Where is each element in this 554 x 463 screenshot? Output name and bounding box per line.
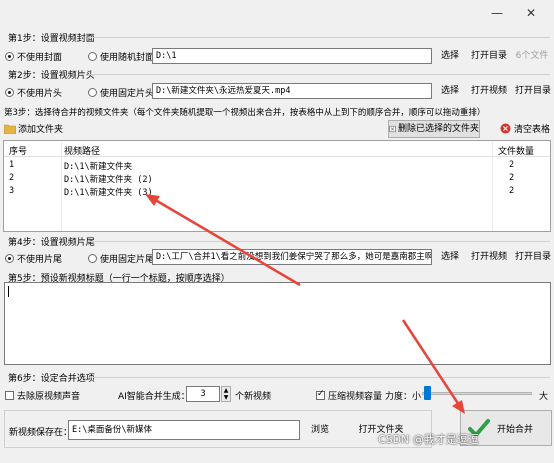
radio-unselected-icon (88, 52, 97, 61)
radio-label: 使用固定片尾 (100, 255, 155, 265)
compress-checkbox[interactable]: 压缩视频容量 (316, 389, 382, 402)
browse-button[interactable]: 浏览 (306, 421, 334, 439)
folder-add-icon (4, 124, 16, 134)
cover-path-input[interactable]: D:\1 (152, 48, 432, 64)
strength-slider-track[interactable] (422, 392, 532, 395)
step4-no-outro-radio[interactable]: 不使用片尾 (5, 252, 62, 265)
step2-no-intro-radio[interactable]: 不使用片头 (5, 86, 62, 99)
save-path-input[interactable]: E:\桌面备份\新媒体 (68, 420, 300, 440)
radio-unselected-icon (88, 88, 97, 97)
save-location-label: 新视频保存在： (9, 428, 73, 438)
add-folder-label: 添加文件夹 (18, 125, 64, 135)
folder-table[interactable]: 序号 视频路径 文件数量 1 D:\1\新建文件夹 2 2 D:\1\新建文件夹… (3, 140, 551, 232)
cover-open-dir-button[interactable]: 打开目录 (468, 47, 510, 65)
column-header: 视频路径 (64, 147, 101, 157)
step6-title: 第6步：设定合并选项 (8, 374, 95, 384)
radio-label: 使用随机封面 (100, 53, 155, 63)
step4-divider (88, 241, 550, 242)
row-path: D:\1\新建文件夹 (3) (64, 188, 153, 198)
watermark: CSDN @我才是逗逗 (378, 433, 479, 446)
row-count: 2 (509, 173, 515, 183)
step2-fixed-intro-radio[interactable]: 使用固定片头 (88, 86, 154, 99)
step1-title: 第1步：设置视频封面 (8, 34, 95, 44)
clear-table-button[interactable]: 清空表格 (500, 122, 550, 135)
step6-divider (88, 377, 550, 378)
radio-label: 不使用片头 (17, 89, 63, 99)
minimize-button[interactable]: — (486, 4, 508, 22)
outro-open-video-button[interactable]: 打开视频 (468, 248, 510, 266)
checkbox-checked-icon (316, 389, 325, 400)
intro-open-dir-button[interactable]: 打开目录 (512, 82, 554, 100)
cover-select-button[interactable]: 选择 (435, 47, 465, 65)
radio-selected-icon (5, 52, 14, 61)
row-index: 2 (9, 173, 15, 183)
ai-count-suffix: 个新视频 (235, 392, 272, 402)
row-index: 1 (9, 160, 15, 170)
step1-no-cover-radio[interactable]: 不使用封面 (5, 50, 62, 63)
clear-icon (500, 123, 511, 134)
row-path: D:\1\新建文件夹 (2) (64, 175, 153, 185)
cover-file-count: 6个文件 (515, 51, 549, 61)
outro-path-input[interactable]: D:\工厂\合并1\看之前没想到我们姜保宁哭了那么多，她可是嘉南郡主啊.mp4 (152, 249, 432, 265)
table-row[interactable]: 3 D:\1\新建文件夹 (3) 2 (4, 185, 550, 198)
title-bar (0, 0, 554, 28)
column-header: 文件数量 (498, 147, 535, 157)
checkbox-icon (5, 391, 14, 400)
text-caret (8, 286, 9, 297)
intro-path-input[interactable]: D:\新建文件夹\永远热爱夏天.mp4 (152, 83, 432, 99)
ai-generate-label: AI智能合并生成： (118, 392, 190, 402)
step2-title: 第2步：设置视频片头 (8, 71, 95, 81)
remove-audio-checkbox[interactable]: 去除原视频声音 (5, 389, 80, 402)
column-header: 序号 (9, 147, 28, 157)
table-row[interactable]: 2 D:\1\新建文件夹 (2) 2 (4, 172, 550, 185)
outro-select-button[interactable]: 选择 (435, 248, 465, 266)
intro-open-video-button[interactable]: 打开视频 (468, 82, 510, 100)
delete-folder-icon (389, 125, 396, 133)
radio-selected-icon (5, 88, 14, 97)
checkbox-label: 压缩视频容量 (328, 392, 383, 402)
checkbox-label: 去除原视频声音 (17, 392, 81, 402)
intro-select-button[interactable]: 选择 (435, 82, 465, 100)
outro-open-dir-button[interactable]: 打开目录 (512, 248, 554, 266)
radio-label: 不使用封面 (17, 53, 63, 63)
strength-slider-thumb[interactable] (424, 386, 431, 400)
clear-table-label: 清空表格 (514, 125, 551, 135)
strength-max-label: 大 (539, 392, 549, 402)
step4-fixed-outro-radio[interactable]: 使用固定片尾 (88, 252, 154, 265)
close-button[interactable]: ✕ (520, 4, 542, 22)
step2-divider (88, 74, 550, 75)
strength-label: 力度：小 (385, 392, 422, 402)
radio-selected-icon (5, 254, 14, 263)
table-row[interactable]: 1 D:\1\新建文件夹 2 (4, 159, 550, 172)
step1-random-cover-radio[interactable]: 使用随机封面 (88, 50, 154, 63)
ai-count-stepper[interactable]: ▲ ▼ (221, 386, 231, 402)
row-path: D:\1\新建文件夹 (64, 162, 133, 172)
row-index: 3 (9, 186, 15, 196)
step1-divider (88, 37, 550, 38)
titles-textarea[interactable] (4, 282, 551, 365)
start-merge-label: 开始合并 (497, 424, 534, 435)
step3-title: 第3步：选择待合并的视频文件夹（每个文件夹随机提取一个视频出来合并，按表格中从上… (4, 108, 486, 118)
row-count: 2 (509, 160, 515, 170)
radio-unselected-icon (88, 254, 97, 263)
row-count: 2 (509, 186, 515, 196)
ai-count-input[interactable]: 3 (186, 386, 220, 402)
add-folder-button[interactable]: 添加文件夹 (4, 122, 63, 135)
radio-label: 使用固定片头 (100, 89, 155, 99)
step4-title: 第4步：设置视频片尾 (8, 238, 95, 248)
radio-label: 不使用片尾 (17, 255, 63, 265)
delete-selected-label: 删除已选择的文件夹 (397, 124, 479, 134)
delete-selected-button[interactable]: 删除已选择的文件夹 (388, 120, 480, 138)
table-header: 序号 视频路径 文件数量 (4, 141, 550, 157)
